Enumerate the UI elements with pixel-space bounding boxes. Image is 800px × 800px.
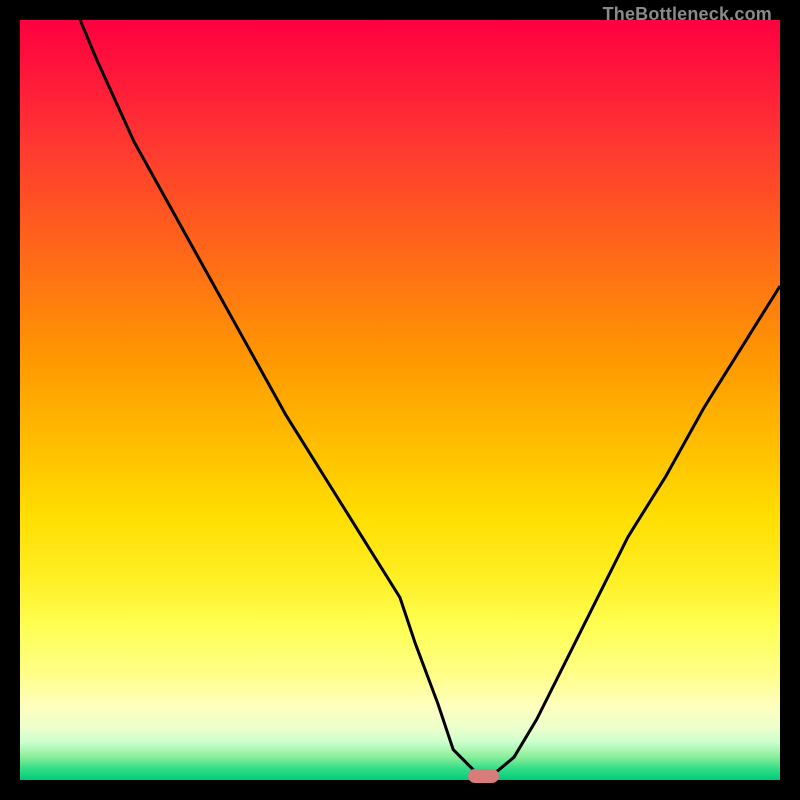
watermark-text: TheBottleneck.com (603, 4, 772, 25)
optimum-marker (468, 769, 498, 783)
plot-area (20, 20, 780, 780)
chart-frame: TheBottleneck.com (0, 0, 800, 800)
bottleneck-curve (20, 20, 780, 776)
curve-layer (20, 20, 780, 780)
